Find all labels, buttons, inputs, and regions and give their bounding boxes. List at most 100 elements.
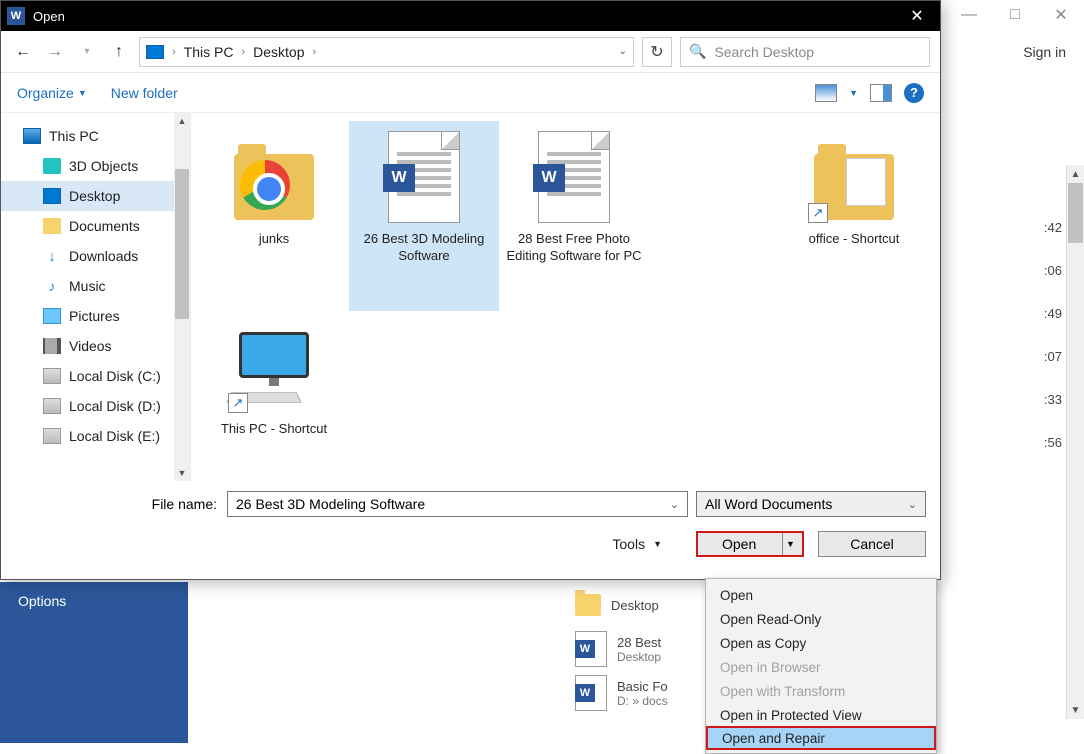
options-nav[interactable]: Options (0, 582, 188, 620)
tree-disk-c[interactable]: Local Disk (C:) (1, 361, 190, 391)
scroll-thumb[interactable] (1068, 183, 1083, 243)
tree-downloads[interactable]: ↓Downloads (1, 241, 190, 271)
up-button[interactable]: ↑ (107, 40, 131, 64)
organize-button[interactable]: Organize▼ (17, 85, 87, 101)
dialog-footer: File name: 26 Best 3D Modeling Software … (1, 481, 940, 571)
chevron-down-icon: ▼ (78, 88, 87, 98)
cancel-button[interactable]: Cancel (818, 531, 926, 557)
file-pane[interactable]: junks W 26 Best 3D Modeling Software W 2… (191, 113, 940, 481)
menu-open-with-transform: Open with Transform (706, 679, 936, 703)
refresh-button[interactable]: ↻ (642, 37, 672, 67)
chevron-down-icon[interactable]: ⌄ (670, 498, 679, 511)
tree-music[interactable]: ♪Music (1, 271, 190, 301)
tree-disk-e[interactable]: Local Disk (E:) (1, 421, 190, 451)
search-icon: 🔍 (689, 43, 706, 60)
tree-this-pc[interactable]: This PC (1, 121, 190, 151)
file-label: This PC - Shortcut (221, 421, 327, 438)
scroll-thumb[interactable] (175, 169, 189, 319)
file-item-28-best-free[interactable]: W 28 Best Free Photo Editing Software fo… (499, 121, 649, 311)
dialog-title: Open (33, 9, 65, 24)
tools-button[interactable]: Tools▼ (612, 536, 662, 552)
chrome-icon (240, 160, 290, 210)
chevron-right-icon[interactable]: › (168, 46, 180, 58)
disk-icon (43, 368, 61, 384)
recent-title: Basic Fo (617, 679, 668, 694)
search-input[interactable]: 🔍 Search Desktop (680, 37, 930, 67)
signin-link[interactable]: Sign in (1023, 44, 1066, 60)
recent-sub: D: » docs (617, 694, 668, 708)
word-app-icon: W (7, 7, 25, 25)
menu-open[interactable]: Open (706, 583, 936, 607)
file-label: junks (259, 231, 289, 248)
recent-title: Desktop (611, 598, 659, 613)
new-folder-button[interactable]: New folder (111, 85, 178, 101)
dialog-toolbar: Organize▼ New folder ▼ ? (1, 73, 940, 113)
view-thumbnail-icon[interactable] (815, 84, 837, 102)
open-dropdown-arrow-icon[interactable]: ▼ (782, 533, 798, 555)
recent-dropdown-icon[interactable]: ▾ (75, 40, 99, 64)
folder-icon (226, 129, 322, 225)
breadcrumb-root[interactable]: This PC (184, 44, 234, 60)
chevron-down-icon[interactable]: ▼ (849, 88, 858, 98)
chevron-down-icon: ▼ (653, 539, 662, 549)
bg-min-icon[interactable]: ― (946, 0, 992, 30)
close-icon[interactable]: ✕ (894, 1, 940, 31)
folder-tree: This PC 3D Objects Desktop Documents ↓Do… (1, 113, 191, 481)
pc-shortcut-icon: ↗ (226, 319, 322, 415)
word-doc-icon: W (575, 675, 607, 711)
folder-icon (575, 594, 601, 616)
tree-3d-objects[interactable]: 3D Objects (1, 151, 190, 181)
tree-scrollbar[interactable]: ▲ ▼ (174, 113, 190, 481)
pc-icon (23, 128, 41, 144)
cube-icon (43, 158, 61, 174)
chevron-down-icon: ⌄ (908, 498, 917, 511)
tree-pictures[interactable]: Pictures (1, 301, 190, 331)
menu-open-as-copy[interactable]: Open as Copy (706, 631, 936, 655)
filename-input[interactable]: 26 Best 3D Modeling Software ⌄ (227, 491, 688, 517)
scroll-up-icon[interactable]: ▲ (174, 113, 190, 129)
preview-pane-icon[interactable] (870, 84, 892, 102)
disk-icon (43, 398, 61, 414)
breadcrumb-current[interactable]: Desktop (253, 44, 304, 60)
menu-open-and-repair[interactable]: Open and Repair (706, 726, 936, 750)
search-placeholder: Search Desktop (714, 44, 814, 60)
address-dropdown-icon[interactable]: ⌄ (619, 46, 627, 57)
bg-max-icon[interactable]: □ (992, 0, 1038, 30)
chevron-right-icon[interactable]: › (237, 46, 249, 58)
tree-desktop[interactable]: Desktop (1, 181, 190, 211)
dialog-nav: ← → ▾ ↑ › This PC › Desktop › ⌄ ↻ 🔍 Sear… (1, 31, 940, 73)
scroll-up-icon[interactable]: ▲ (1067, 165, 1084, 183)
bg-scrollbar[interactable]: ▲ ▼ (1066, 165, 1084, 719)
pictures-icon (43, 308, 61, 324)
back-button[interactable]: ← (11, 40, 35, 64)
filetype-select[interactable]: All Word Documents ⌄ (696, 491, 926, 517)
dialog-titlebar: W Open ✕ (1, 1, 940, 31)
menu-open-read-only[interactable]: Open Read-Only (706, 607, 936, 631)
tree-documents[interactable]: Documents (1, 211, 190, 241)
bg-sidebar (0, 620, 188, 743)
help-icon[interactable]: ? (904, 83, 924, 103)
open-split-button[interactable]: Open ▼ (696, 531, 804, 557)
pc-icon (146, 45, 164, 59)
filename-label: File name: (15, 496, 219, 512)
bg-close-icon[interactable]: ✕ (1038, 0, 1084, 30)
address-bar[interactable]: › This PC › Desktop › ⌄ (139, 37, 634, 67)
file-item-junks[interactable]: junks (199, 121, 349, 311)
tree-videos[interactable]: Videos (1, 331, 190, 361)
tree-disk-d[interactable]: Local Disk (D:) (1, 391, 190, 421)
videos-icon (43, 338, 61, 354)
disk-icon (43, 428, 61, 444)
bg-time: :42 (1044, 220, 1062, 235)
file-label: 26 Best 3D Modeling Software (353, 231, 495, 265)
chevron-right-icon[interactable]: › (309, 46, 321, 58)
file-item-26-best-3d[interactable]: W 26 Best 3D Modeling Software (349, 121, 499, 311)
scroll-down-icon[interactable]: ▼ (1067, 701, 1084, 719)
menu-open-protected-view[interactable]: Open in Protected View (706, 703, 936, 727)
open-dialog: W Open ✕ ← → ▾ ↑ › This PC › Desktop › ⌄… (0, 0, 941, 580)
folder-shortcut-icon: ↗ (806, 129, 902, 225)
bg-window-controls: ― □ ✕ (940, 0, 1084, 30)
scroll-down-icon[interactable]: ▼ (174, 465, 190, 481)
file-item-office-shortcut[interactable]: ↗ office - Shortcut (779, 121, 929, 311)
file-item-this-pc-shortcut[interactable]: ↗ This PC - Shortcut (199, 311, 349, 501)
forward-button: → (43, 40, 67, 64)
